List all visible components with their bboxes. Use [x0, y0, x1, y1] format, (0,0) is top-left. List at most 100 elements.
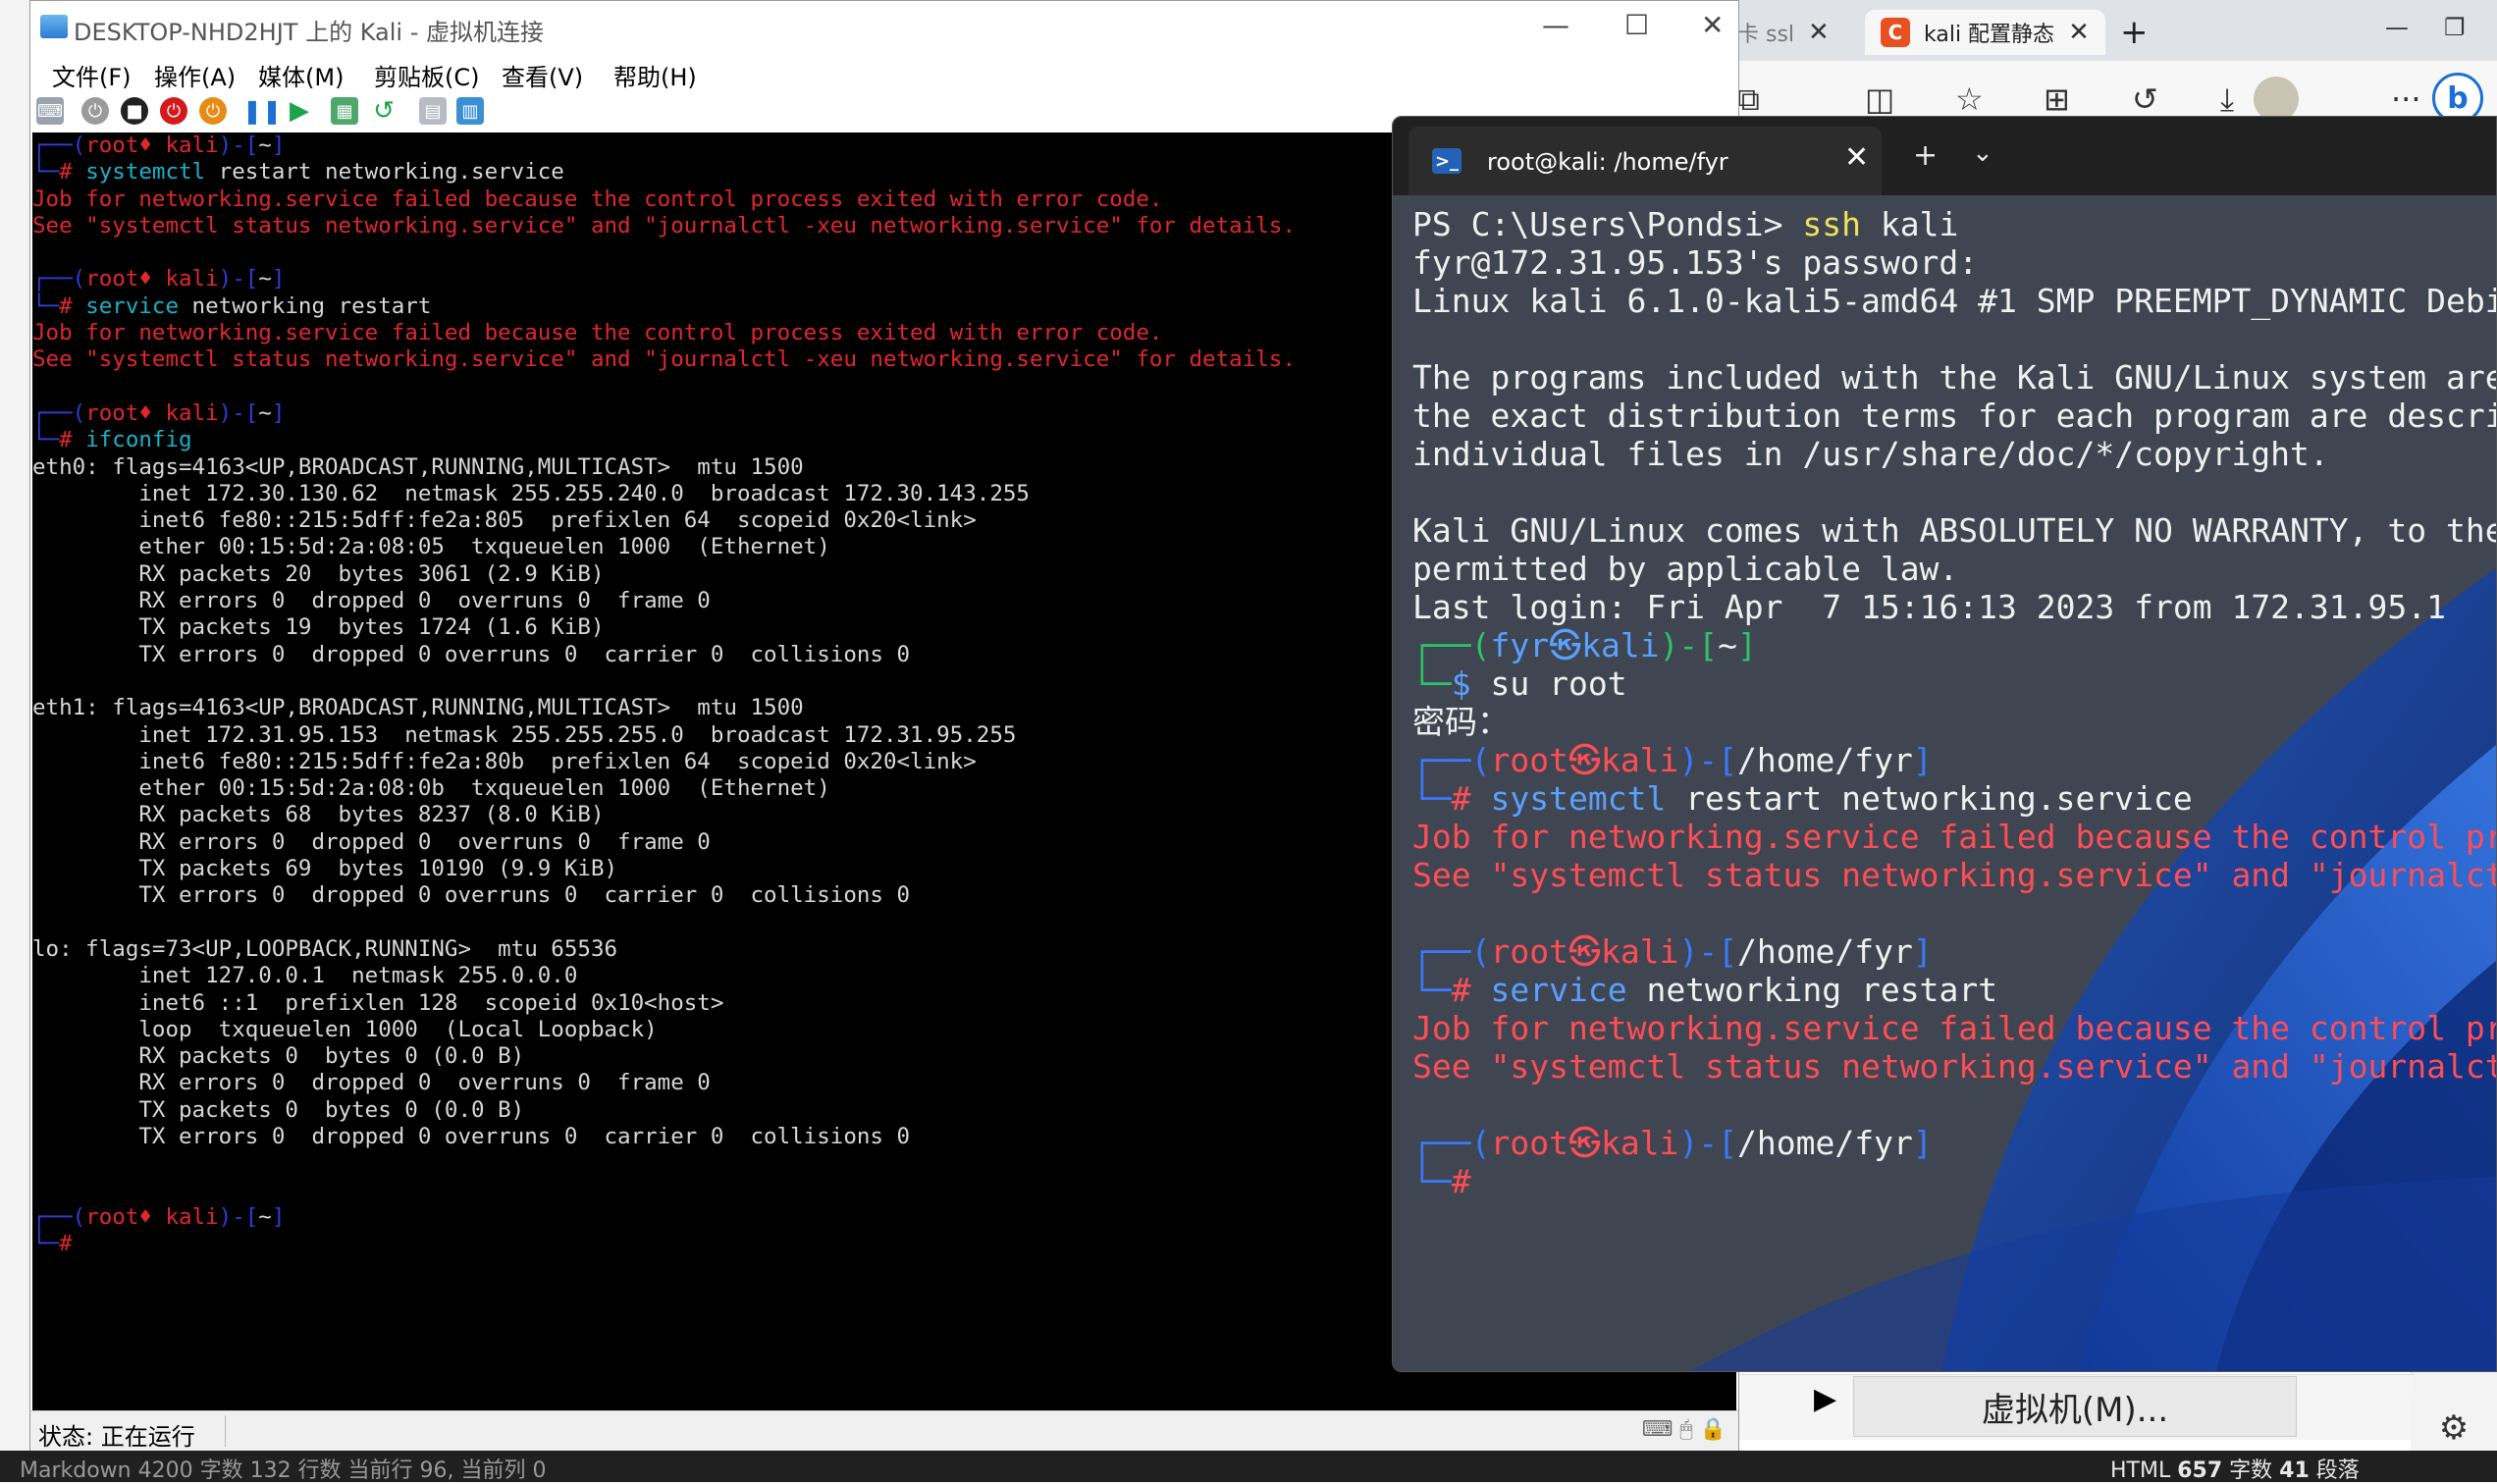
menu-action[interactable]: 操作(A) [154, 58, 236, 92]
split-screen-icon[interactable]: ◫ [1865, 80, 1894, 118]
console-line-segment: └─ [32, 1231, 60, 1257]
terminal-line-segment: ┌──( [1412, 1124, 1491, 1162]
terminal-line: The programs included with the Kali GNU/… [1412, 358, 2496, 397]
close-icon[interactable]: ✕ [1844, 140, 1869, 175]
menu-clipboard[interactable]: 剪贴板(C) [374, 58, 479, 92]
pause-icon[interactable]: ❚❚ [242, 97, 282, 125]
favorites-icon[interactable]: ☆ [1955, 80, 1984, 118]
console-line-segment: ┌──( [32, 266, 86, 292]
terminal-line: fyr@172.31.95.153's password: [1412, 243, 2496, 282]
console-line: inet6 ::1 prefixlen 128 scopeid 0x10<hos… [32, 990, 1296, 1017]
download-icon[interactable]: ⤓ [2220, 80, 2234, 119]
browser-tab-1[interactable]: 卡 ssl ✕ [1737, 10, 1830, 55]
console-line: eth1: flags=4163<UP,BROADCAST,RUNNING,MU… [32, 695, 1296, 721]
share-icon[interactable]: ▥ [456, 97, 484, 125]
chevron-down-icon[interactable]: ⌄ [1972, 138, 1993, 168]
close-icon[interactable]: ✕ [1808, 18, 1830, 47]
terminal-line: See "systemctl status networking.service… [1412, 856, 2496, 894]
powershell-icon: >_ [1432, 148, 1461, 174]
console-line-segment: RX errors 0 dropped 0 overruns 0 frame 0 [32, 588, 711, 614]
console-line-segment: RX errors 0 dropped 0 overruns 0 frame 0 [32, 828, 711, 855]
console-line: TX errors 0 dropped 0 overruns 0 carrier… [32, 1124, 1296, 1150]
terminal-line-segment: )-[ [1659, 626, 1719, 664]
menu-view[interactable]: 查看(V) [502, 58, 583, 92]
console-line-segment: ~ [258, 1203, 272, 1230]
status-char-label: 字数 [2222, 1458, 2280, 1483]
start-icon[interactable]: ⏻ [81, 97, 109, 125]
console-line-segment: # [59, 1231, 73, 1257]
console-line: inet 172.30.130.62 netmask 255.255.240.0… [32, 481, 1296, 507]
console-line-segment: root♦ kali [85, 1203, 219, 1230]
terminal-output: PS C:\Users\Pondsi> ssh kali fyr@172.31.9… [1412, 205, 2496, 1200]
status-left: Markdown 4200 字数 132 行数 当前行 96, 当前列 0 [20, 1458, 547, 1483]
browser-tabstrip: 卡 ssl ✕ C kali 配置静态 ✕ + — ❐ [1737, 0, 2497, 61]
close-icon[interactable]: ✕ [2068, 18, 2090, 47]
console-line-segment: inet6 ::1 prefixlen 128 scopeid 0x10<hos… [32, 989, 724, 1016]
console-line: inet6 fe80::215:5dff:fe2a:80b prefixlen … [32, 749, 1296, 775]
restore-icon[interactable]: ❐ [2444, 14, 2466, 41]
terminal-line-segment: The programs included with the Kali GNU/… [1412, 358, 2496, 397]
close-icon[interactable]: ✕ [1701, 9, 1724, 41]
extensions-icon[interactable]: ⧉ [1737, 80, 1760, 119]
new-tab-icon[interactable]: + [2120, 10, 2149, 55]
more-icon[interactable]: ··· [2391, 80, 2421, 118]
console-line-segment: ~ [258, 266, 272, 292]
ctrl-alt-del-icon[interactable]: ⌨ [36, 97, 64, 125]
console-line-segment: )-[ [218, 132, 259, 158]
shutdown-icon[interactable]: ⏻ [160, 97, 187, 125]
terminal-line-segment: ~ [1718, 626, 1738, 664]
terminal-line-segment: # [1451, 1162, 1471, 1200]
new-tab-icon[interactable]: + [1913, 138, 1938, 173]
menu-help[interactable]: 帮助(H) [613, 58, 697, 92]
menu-file[interactable]: 文件(F) [52, 58, 132, 92]
terminal-line: ┌──(root㉿kali)-[/home/fyr] [1412, 932, 2496, 971]
console-line-segment: eth1: flags=4163<UP,BROADCAST,RUNNING,MU… [32, 695, 804, 721]
browser-tab-2[interactable]: C kali 配置静态 ✕ [1865, 10, 2105, 55]
console-line-segment: inet6 fe80::215:5dff:fe2a:80b prefixlen … [32, 748, 977, 774]
console-line: TX errors 0 dropped 0 overruns 0 carrier… [32, 882, 1296, 909]
enhanced-session-icon[interactable]: ▤ [419, 97, 447, 125]
console-line: TX packets 19 bytes 1724 (1.6 KiB) [32, 614, 1296, 641]
resume-icon[interactable]: ▶ [286, 96, 313, 126]
console-line-segment: RX packets 68 bytes 8237 (8.0 KiB) [32, 802, 605, 828]
collections-icon[interactable]: ⊞ [2044, 80, 2070, 118]
terminal-line-segment: # [1451, 779, 1491, 818]
console-line-segment: eth0: flags=4163<UP,BROADCAST,RUNNING,MU… [32, 453, 804, 480]
revert-icon[interactable]: ↺ [370, 96, 398, 126]
terminal-line-segment: root㉿kali [1490, 741, 1679, 779]
maximize-icon[interactable]: ☐ [1624, 9, 1649, 41]
vm-menu-button[interactable]: 虚拟机(M)... [1853, 1376, 2297, 1437]
terminal-line-segment: )-[ [1678, 1124, 1738, 1162]
turn-off-icon[interactable]: ■ [121, 97, 148, 125]
status-char-count: 657 [2177, 1458, 2223, 1483]
play-triangle-icon[interactable]: ▶ [1814, 1382, 1836, 1416]
console-line-segment: root♦ kali [85, 266, 219, 292]
terminal-line-segment: └─ [1412, 779, 1452, 818]
minimize-icon[interactable]: — [1542, 9, 1569, 41]
console-line: └─# [32, 1231, 1296, 1257]
console-line: ┌──(root♦ kali)-[~] [32, 400, 1296, 427]
console-line-segment: loop txqueuelen 1000 (Local Loopback) [32, 1016, 658, 1042]
terminal-body[interactable]: PS C:\Users\Pondsi> ssh kali fyr@172.31.9… [1393, 195, 2496, 1371]
save-state-icon[interactable]: ⏻ [199, 97, 227, 125]
console-line: ether 00:15:5d:2a:08:05 txqueuelen 1000 … [32, 534, 1296, 560]
terminal-tab[interactable]: >_ root@kali: /home/fyr ✕ [1408, 127, 1882, 195]
menu-media[interactable]: 媒体(M) [258, 58, 344, 92]
history-icon[interactable]: ↺ [2132, 80, 2158, 118]
console-line-segment: See "systemctl status networking.service… [32, 346, 1296, 373]
console-line-segment: restart networking.service [205, 159, 564, 186]
minimize-icon[interactable]: — [2385, 14, 2409, 41]
console-line: eth0: flags=4163<UP,BROADCAST,RUNNING,MU… [32, 454, 1296, 481]
terminal-line-segment: /home/fyr [1737, 932, 1913, 971]
console-line: RX errors 0 dropped 0 overruns 0 frame 0 [32, 829, 1296, 856]
console-line: └─# systemctl restart networking.service [32, 159, 1296, 186]
vm-app-icon [40, 15, 68, 38]
checkpoint-icon[interactable]: ▦ [331, 97, 358, 125]
terminal-line: PS C:\Users\Pondsi> ssh kali [1412, 205, 2496, 243]
terminal-line: └─# service networking restart [1412, 971, 2496, 1009]
terminal-line-segment: ┌──( [1412, 741, 1491, 779]
